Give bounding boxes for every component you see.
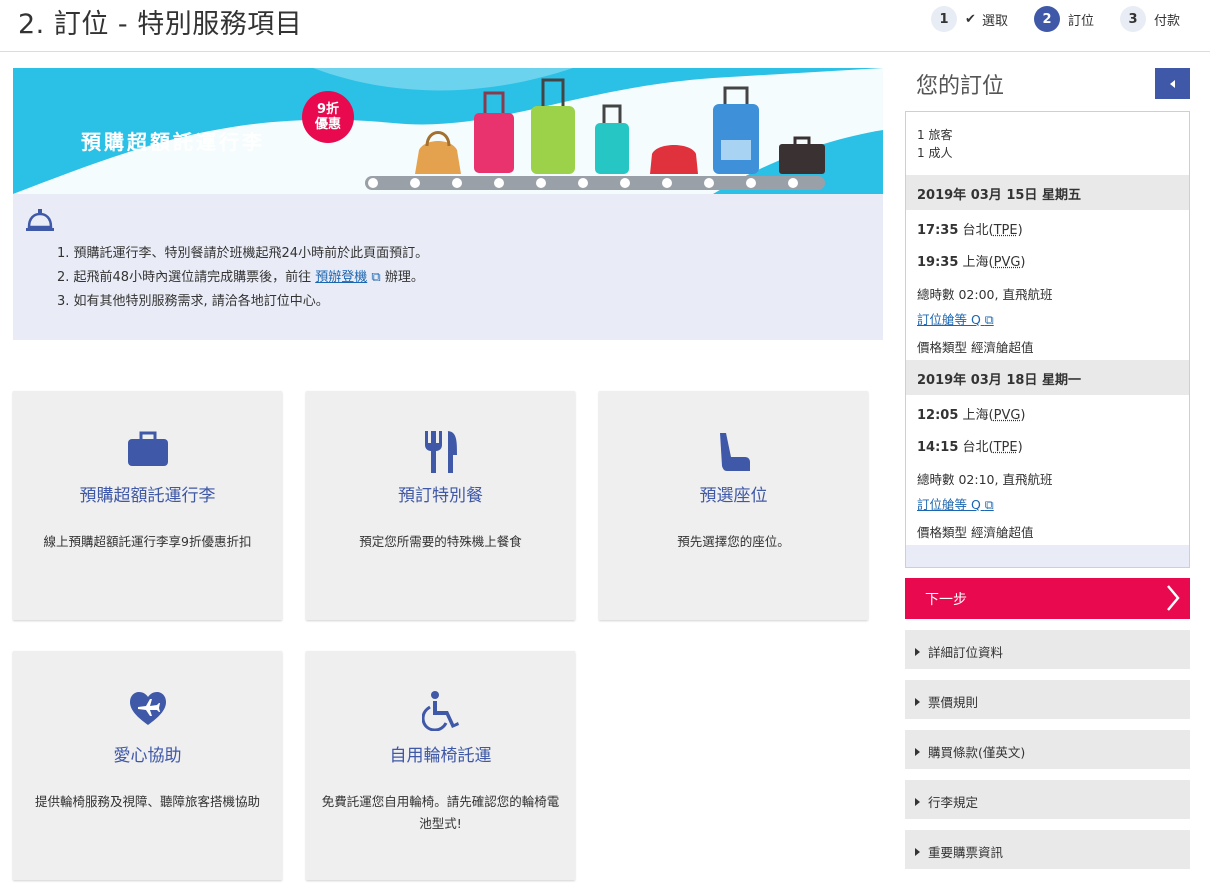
chevron-right-icon [1166,584,1180,616]
progress-steps: 1 ✔ 選取 2 訂位 3 付款 [905,6,1180,32]
step-label: 訂位 [1067,13,1094,29]
cabin-class-link[interactable]: 訂位艙等 Q ⧉ [917,494,994,513]
step-booking: 2 訂位 [1033,6,1094,32]
segment-date: 2019年 03月 18日 星期一 [906,360,1189,395]
step-select[interactable]: 1 ✔ 選取 [931,6,1008,32]
collapse-sidebar-button[interactable] [1155,68,1190,99]
next-step-button[interactable]: 下一步 [905,578,1190,619]
external-link-icon: ⧉ [984,497,994,512]
passenger-count: 1 旅客 [917,128,953,142]
card-description: 預定您所需要的特殊機上餐食 [359,534,522,549]
suitcase-icon [13,431,282,477]
notice-item: 2. 起飛前48小時內選位請完成購票後，前往 預辦登機 ⧉ 辦理。 [57,270,424,285]
card-special-meal[interactable]: 預訂特別餐 預定您所需要的特殊機上餐食 [306,391,575,620]
booking-summary: 1 旅客 1 成人 2019年 03月 15日 星期五 17:35 台北(TPE… [905,111,1190,568]
step-payment: 3 付款 [1119,6,1180,32]
caret-right-icon [915,698,920,706]
arrival-info: 19:35 上海(PVG) [917,255,1026,270]
segment-date: 2019年 03月 15日 星期五 [906,175,1189,210]
notice-item: 3. 如有其他特別服務需求, 請洽各地訂位中心。 [57,294,329,309]
step-number: 3 [1119,6,1146,32]
caret-right-icon [915,798,920,806]
departure-info: 17:35 台北(TPE) [917,223,1023,238]
step-number: 2 [1033,6,1060,32]
notice-panel: 1. 預購託運行李、特別餐請於班機起飛24小時前於此頁面預訂。 2. 起飛前48… [13,194,883,340]
badge-line2: 優惠 [314,117,341,132]
page-title: 2. 訂位 - 特別服務項目 [18,9,303,40]
card-wheelchair-checkin[interactable]: 自用輪椅託運 免費託運您自用輪椅。請先確認您的輪椅電池型式! [306,651,575,880]
step-label: 付款 [1153,13,1180,29]
caret-right-icon [915,848,920,856]
online-checkin-link[interactable]: 預辦登機 [315,270,367,285]
badge-line1: 9折 [316,102,340,117]
external-link-icon: ⧉ [984,312,994,327]
card-title: 預訂特別餐 [398,486,483,506]
accordion-fare-rules[interactable]: 票價規則 [905,680,1190,719]
caret-right-icon [915,748,920,756]
fork-knife-icon [306,431,575,477]
passenger-info: 1 旅客 1 成人 [917,126,952,162]
card-title: 預購超額託運行李 [79,486,216,506]
notice-item: 1. 預購託運行李、特別餐請於班機起飛24小時前於此頁面預訂。 [57,246,429,261]
fare-type: 價格類型 經濟艙超值 [917,525,1034,540]
card-excess-baggage[interactable]: 預購超額託運行李 線上預購超額託運行李享9折優惠折扣 [13,391,282,620]
seat-icon [599,431,868,477]
card-special-assistance[interactable]: 愛心協助 提供輪椅服務及視障、聽障旅客搭機協助 [13,651,282,880]
check-icon: ✔ [965,11,976,27]
page-header: 2. 訂位 - 特別服務項目 1 ✔ 選取 2 訂位 3 付款 [0,0,1210,52]
card-description: 免費託運您自用輪椅。請先確認您的輪椅電池型式! [321,794,560,831]
fare-type: 價格類型 經濟艙超值 [917,340,1034,355]
card-description: 線上預購超額託運行李享9折優惠折扣 [43,534,252,549]
accordion-baggage-rules[interactable]: 行李規定 [905,780,1190,819]
banner-text: 預購超額託運行李 [81,130,265,154]
summary-footer [906,545,1189,567]
card-title: 預選座位 [699,486,768,506]
baggage-promo-banner[interactable]: 預購超額託運行李 9折 優惠 [13,68,883,194]
next-step-label: 下一步 [925,592,967,608]
chevron-left-icon [1170,79,1175,88]
flight-duration: 總時數 02:00, 直飛航班 [917,287,1053,302]
card-title: 自用輪椅託運 [389,746,492,766]
discount-badge: 9折 優惠 [302,91,354,143]
sidebar-title: 您的訂位 [916,74,1005,99]
card-title: 愛心協助 [113,746,182,766]
cabin-class-link[interactable]: 訂位艙等 Q ⧉ [917,309,994,328]
notice-list: 1. 預購託運行李、特別餐請於班機起飛24小時前於此頁面預訂。 2. 起飛前48… [57,242,428,314]
passenger-type: 1 成人 [917,146,953,160]
heart-plane-icon [13,691,282,737]
arrival-info: 14:15 台北(TPE) [917,440,1023,455]
departure-info: 12:05 上海(PVG) [917,408,1026,423]
caret-right-icon [915,648,920,656]
card-description: 預先選擇您的座位。 [677,534,790,549]
flight-duration: 總時數 02:10, 直飛航班 [917,472,1053,487]
step-number: 1 [931,6,958,32]
service-bell-icon [25,208,55,238]
external-link-icon: ⧉ [371,270,381,285]
card-description: 提供輪椅服務及視障、聽障旅客搭機協助 [34,794,260,809]
wheelchair-icon [306,691,575,737]
accordion-important-info[interactable]: 重要購票資訊 [905,830,1190,869]
step-label: 選取 [981,13,1008,29]
card-seat-selection[interactable]: 預選座位 預先選擇您的座位。 [599,391,868,620]
accordion-booking-details[interactable]: 詳細訂位資料 [905,630,1190,669]
accordion-purchase-terms[interactable]: 購買條款(僅英文) [905,730,1190,769]
